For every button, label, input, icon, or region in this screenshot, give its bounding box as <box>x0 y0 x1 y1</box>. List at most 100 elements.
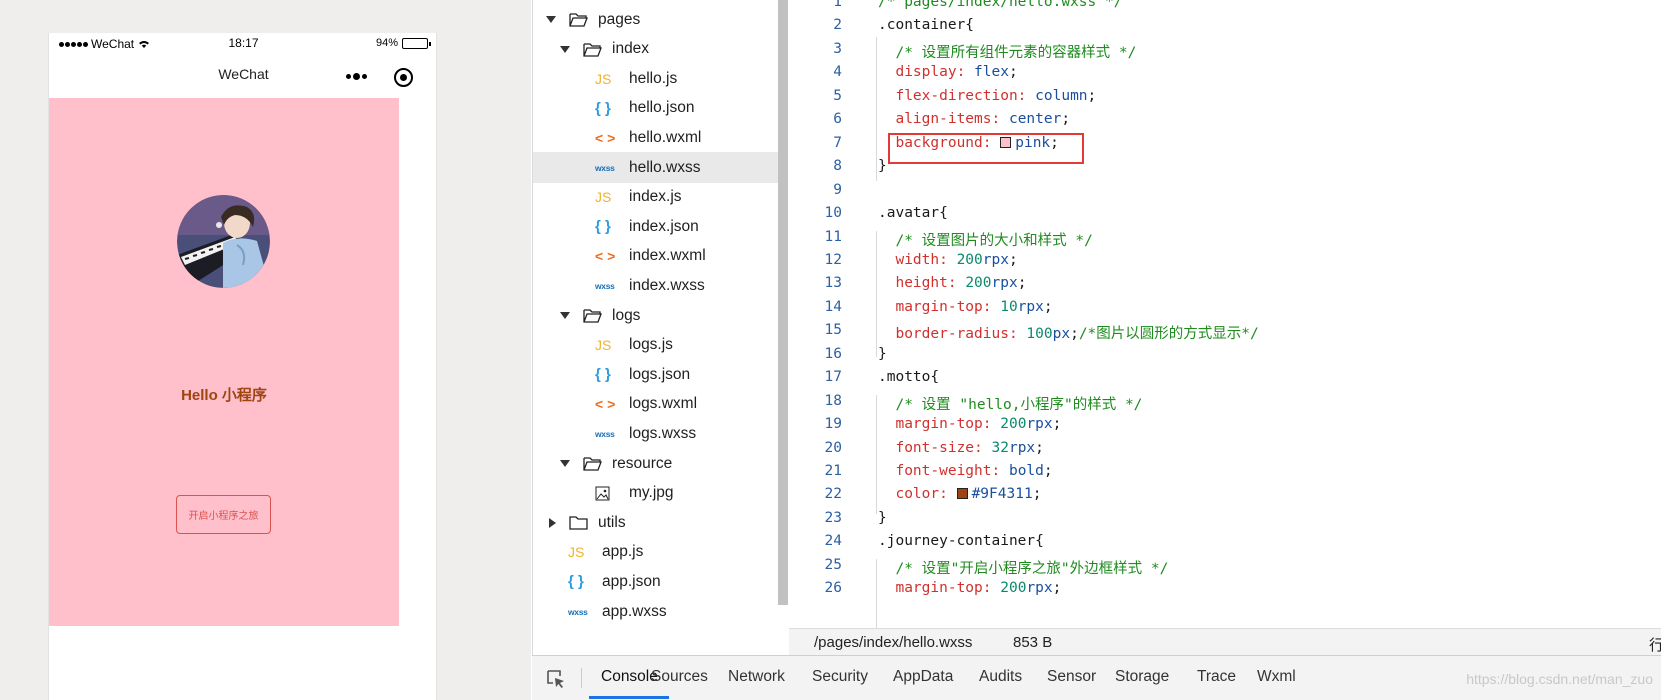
code-text: margin-top: 200rpx; <box>895 416 1062 433</box>
code-line[interactable]: 1 /* pages/index/hello.wxss */ <box>789 0 1661 18</box>
chevron-down-icon[interactable] <box>560 45 570 53</box>
battery-icon <box>402 37 431 49</box>
file-tree-item[interactable]: { } app.json <box>533 566 778 597</box>
line-indicator: 行 <box>1649 637 1661 654</box>
file-tree-item[interactable]: logs <box>533 300 778 331</box>
close-target-icon[interactable] <box>394 68 413 87</box>
file-tree-item[interactable]: JS app.js <box>533 537 778 568</box>
code-text: } <box>878 345 887 362</box>
code-line[interactable]: 24 .journey-container{ <box>789 533 1661 557</box>
file-tree-item[interactable]: index <box>533 34 778 65</box>
chevron-down-icon[interactable] <box>560 312 570 319</box>
code-line[interactable]: 16} <box>789 346 1661 370</box>
line-number: 13 <box>824 275 842 292</box>
tab-wxml[interactable]: Wxml <box>1257 668 1296 686</box>
code-line[interactable]: 5 flex-direction: column; <box>789 88 1661 112</box>
line-number: 16 <box>824 345 842 362</box>
line-number: 12 <box>824 251 842 268</box>
code-text: margin-top: 10rpx; <box>895 298 1053 315</box>
code-line[interactable]: 9 <box>789 182 1661 206</box>
line-number: 1 <box>833 0 842 10</box>
file-tree-item[interactable]: { } hello.json <box>533 93 778 124</box>
code-line[interactable]: 23} <box>789 510 1661 534</box>
tab-sources[interactable]: Sources <box>651 668 708 686</box>
tab-trace[interactable]: Trace <box>1197 668 1236 686</box>
line-number: 17 <box>824 369 842 386</box>
code-line[interactable]: 20 font-size: 32rpx; <box>789 440 1661 464</box>
file-tree-item[interactable]: resource <box>533 448 778 479</box>
code-line[interactable]: 14 margin-top: 10rpx; <box>789 299 1661 323</box>
file-tree-label: my.jpg <box>629 484 674 502</box>
file-tree-item[interactable]: JS logs.js <box>533 330 778 361</box>
inspect-element-icon[interactable] <box>546 669 566 689</box>
chevron-down-icon[interactable] <box>546 16 556 23</box>
chevron-right-icon[interactable] <box>549 517 556 528</box>
code-line[interactable]: 21 font-weight: bold; <box>789 463 1661 487</box>
file-tree-label: utils <box>598 513 626 531</box>
file-tree-item[interactable]: wxss logs.wxss <box>533 418 778 449</box>
file-tree-item[interactable]: wxss index.wxss <box>533 270 778 301</box>
tab-audits[interactable]: Audits <box>979 668 1022 686</box>
code-line[interactable]: 12 width: 200rpx; <box>789 252 1661 276</box>
start-journey-button[interactable]: 开启小程序之旅 <box>176 495 271 534</box>
code-editor[interactable]: 1 /* pages/index/hello.wxss */ 2 .container… <box>789 0 1661 628</box>
code-text: color: #9F4311; <box>895 486 1042 503</box>
more-menu-icon[interactable] <box>346 73 367 80</box>
code-line[interactable]: 6 align-items: center; <box>789 111 1661 135</box>
code-text: .journey-container{ <box>878 533 1044 550</box>
code-line[interactable]: 26 margin-top: 200rpx; <box>789 580 1661 604</box>
code-line[interactable]: 13 height: 200rpx; <box>789 275 1661 299</box>
file-tree-label: logs.wxss <box>629 424 697 442</box>
file-tree-item[interactable]: JS index.js <box>533 182 778 213</box>
chevron-down-icon[interactable] <box>560 460 570 467</box>
code-line[interactable]: 15 border-radius: 100px;/*图片以圆形的方式显示*/ <box>789 322 1661 346</box>
wxss-file-icon: wxss <box>595 162 615 173</box>
js-file-icon: JS <box>595 189 612 206</box>
code-line[interactable]: 4 display: flex; <box>789 64 1661 88</box>
line-number: 14 <box>824 298 842 315</box>
json-file-icon: { } <box>595 218 611 236</box>
file-tree-item[interactable]: < > hello.wxml <box>533 122 778 153</box>
file-tree-item[interactable]: my.jpg <box>533 478 778 509</box>
code-line[interactable]: 18 /* 设置 "hello,小程序"的样式 */ <box>789 393 1661 417</box>
line-number: 7 <box>833 134 842 151</box>
file-path: /pages/index/hello.wxss <box>814 634 973 651</box>
wxss-file-icon: wxss <box>595 280 615 291</box>
file-tree-label: app.json <box>602 572 661 590</box>
tab-console[interactable]: Console <box>601 668 658 686</box>
code-text: flex-direction: column; <box>895 87 1097 104</box>
file-tree-item[interactable]: pages <box>533 4 778 35</box>
file-explorer: pages index JS hello.js{ } hello.json < > hell… <box>532 0 778 655</box>
color-swatch[interactable] <box>956 488 968 500</box>
file-tree-item[interactable]: < > index.wxml <box>533 241 778 272</box>
tab-storage[interactable]: Storage <box>1115 668 1169 686</box>
wxss-file-icon: wxss <box>595 428 615 439</box>
file-tree-item[interactable]: < > logs.wxml <box>533 389 778 420</box>
file-explorer-scrollbar[interactable] <box>778 0 788 605</box>
code-text: width: 200rpx; <box>895 251 1018 268</box>
code-line[interactable]: 19 margin-top: 200rpx; <box>789 416 1661 440</box>
tab-sensor[interactable]: Sensor <box>1047 668 1096 686</box>
tab-security[interactable]: Security <box>812 668 868 686</box>
file-tree-item[interactable]: JS hello.js <box>533 63 778 94</box>
wxml-file-icon: < > <box>595 396 616 413</box>
json-file-icon: { } <box>595 99 611 117</box>
code-line[interactable]: 25 /* 设置"开启小程序之旅"外边框样式 */ <box>789 557 1661 581</box>
file-tree-item[interactable]: wxss app.wxss <box>533 596 778 627</box>
code-text: /* 设置 "hello,小程序"的样式 */ <box>895 396 1143 413</box>
tab-network[interactable]: Network <box>728 668 785 686</box>
code-line[interactable]: 3 /* 设置所有组件元素的容器样式 */ <box>789 41 1661 65</box>
folder-open-icon <box>583 457 602 471</box>
code-line[interactable]: 10 .avatar{ <box>789 205 1661 229</box>
file-tree-item[interactable]: { } index.json <box>533 211 778 242</box>
file-tree-item[interactable]: { } logs.json <box>533 359 778 390</box>
file-tree-item[interactable]: wxss hello.wxss <box>533 152 778 183</box>
code-line[interactable]: 22 color: #9F4311; <box>789 486 1661 510</box>
tab-appdata[interactable]: AppData <box>893 668 953 686</box>
file-tree-item[interactable]: utils <box>533 507 778 538</box>
line-number: 22 <box>824 486 842 503</box>
code-text: .avatar{ <box>878 205 948 222</box>
code-line[interactable]: 17 .motto{ <box>789 369 1661 393</box>
code-line[interactable]: 2 .container{ <box>789 17 1661 41</box>
code-line[interactable]: 11 /* 设置图片的大小和样式 */ <box>789 229 1661 253</box>
